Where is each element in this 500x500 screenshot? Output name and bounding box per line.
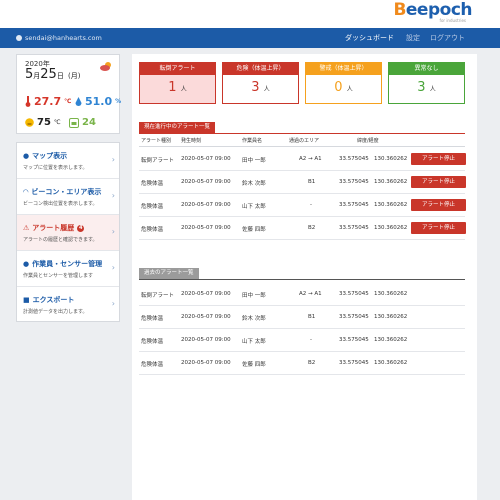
sensor-icon: [69, 117, 79, 128]
card-danger[interactable]: 危険（体温上昇） 3 人: [222, 62, 299, 104]
table-row: 転倒アラート 2020-05-07 09:00 田中 一郎 A2 → A1 33.575…: [139, 148, 466, 171]
water-drop-icon: [75, 96, 82, 106]
side-menu: ● マップ表示 マップに位置を表示します。 › ◠ ビーコン・エリア表示 ビーコン検…: [16, 142, 120, 322]
chevron-right-icon: ›: [111, 263, 115, 272]
user-email: sendai@hanhearts.com: [25, 34, 102, 42]
users-icon: ●: [23, 260, 30, 268]
nav-settings[interactable]: 設定: [406, 33, 420, 43]
past-alerts-tab: 過去のアラート一覧: [139, 268, 199, 279]
wbgt-readout: 75 ℃: [25, 117, 61, 128]
sidemenu-item-workers[interactable]: ● 作業員・センサー管理 作業員とセンサーを管理します ›: [17, 251, 119, 287]
temperature-readout: 27.7 ℃: [25, 95, 71, 108]
table-row: 危険体温 2020-05-07 09:00 山下 太郎 -33.575045 130.3…: [139, 329, 465, 352]
sidemenu-item-map[interactable]: ● マップ表示 マップに位置を表示します。 ›: [17, 143, 119, 179]
alert-count-badge: 4: [77, 224, 85, 232]
stop-alert-button[interactable]: アラート停止: [411, 222, 466, 234]
card-fall-alert[interactable]: 転倒アラート 1 人: [139, 62, 216, 104]
sensor-readout: 24: [69, 117, 96, 128]
nav-logout[interactable]: ログアウト: [430, 33, 465, 43]
card-normal[interactable]: 異常なし 3 人: [388, 62, 465, 104]
chevron-right-icon: ›: [111, 155, 115, 164]
past-alerts-line: [139, 279, 465, 280]
date-weather-panel: 2020年 5月25日 (月) 27.7 ℃ 51.0% 75 ℃ 24: [16, 54, 121, 134]
table-row: 危険体温 2020-05-07 09:00 佐藤 四郎 B2 33.575045 130.…: [139, 352, 465, 375]
nav-bar: sendai@hanhearts.com ダッシュボード 設定 ログアウト: [0, 28, 500, 48]
table-row: 危険体温 2020-05-07 09:00 鈴木 次郎 B1 33.575045 130.…: [139, 171, 466, 194]
user-icon: [16, 35, 22, 41]
chevron-right-icon: ›: [111, 227, 115, 236]
current-table-header: アラート種別 発生時刻 作業員名 通過のエリア 緯度/経度: [139, 137, 465, 147]
save-icon: ■: [23, 296, 30, 304]
top-bar: Beepoch for industries: [0, 0, 500, 28]
thermometer-icon: [25, 96, 31, 107]
face-icon: [25, 118, 34, 127]
user-info: sendai@hanhearts.com: [16, 34, 102, 42]
stop-alert-button[interactable]: アラート停止: [411, 153, 466, 165]
humidity-readout: 51.0%: [75, 95, 121, 108]
date-label: 5月25日 (月): [25, 67, 81, 82]
card-caution[interactable]: 警戒（体温上昇） 0 人: [305, 62, 382, 104]
warning-icon: ⚠: [23, 224, 30, 232]
pin-icon: ●: [23, 152, 30, 160]
stop-alert-button[interactable]: アラート停止: [411, 176, 466, 188]
wifi-icon: ◠: [23, 188, 29, 196]
current-alerts-tab: 現在進行中のアラート一覧: [139, 122, 216, 133]
table-row: 危険体温 2020-05-07 09:00 山下 太郎 -33.575045 130.3…: [139, 194, 466, 217]
table-row: 転倒アラート 2020-05-07 09:00 田中 一郎 A2 → A1 33.575…: [139, 283, 465, 306]
table-row: 危険体温 2020-05-07 09:00 鈴木 次郎 B1 33.575045 130.…: [139, 306, 465, 329]
sidemenu-item-beacon[interactable]: ◠ ビーコン・エリア表示 ビーコン検出位置を表示します。 ›: [17, 179, 119, 215]
main-panel: 転倒アラート 1 人 危険（体温上昇） 3 人 警戒（体温上昇） 0 人 異常な…: [132, 54, 477, 500]
sidemenu-item-alert-history[interactable]: ⚠ アラート履歴 4 アラートの履歴と確認できます。 ›: [17, 215, 119, 251]
chevron-right-icon: ›: [111, 191, 115, 200]
cloudy-icon: [100, 62, 111, 71]
logo-subtitle: for industries: [439, 18, 466, 23]
chevron-right-icon: ›: [111, 299, 115, 308]
current-alerts-line: [139, 133, 465, 134]
nav-dashboard[interactable]: ダッシュボード: [345, 33, 394, 43]
table-row: 危険体温 2020-05-07 09:00 佐藤 四郎 B2 33.575045 130.…: [139, 217, 466, 240]
stop-alert-button[interactable]: アラート停止: [411, 199, 466, 211]
sidemenu-item-export[interactable]: ■ エクスポート 計測値データを出力します。 ›: [17, 287, 119, 323]
